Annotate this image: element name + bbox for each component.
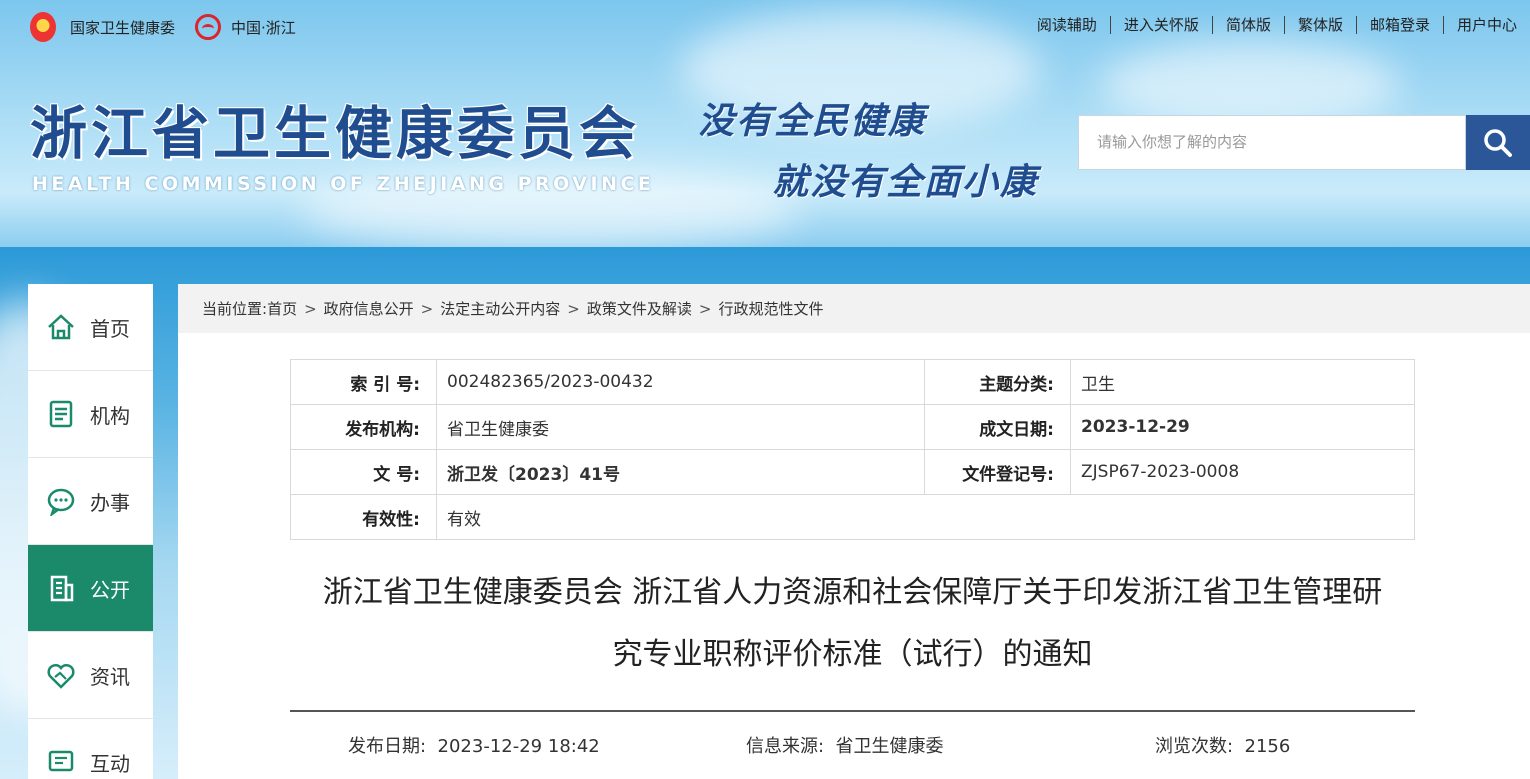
site-title[interactable]: 浙江省卫生健康委员会 [30, 88, 640, 170]
site-header: 国家卫生健康委 中国·浙江 阅读辅助 进入关怀版 简体版 繁体版 邮箱登录 用户… [0, 0, 1530, 247]
publisher-label: 发布机构: [290, 404, 437, 450]
breadcrumb-item[interactable]: 法定主动公开内容 [440, 298, 560, 319]
nav-item-label: 公开 [90, 577, 130, 602]
title-divider [290, 710, 1415, 712]
message-icon [46, 747, 76, 777]
publisher-value: 省卫生健康委 [436, 404, 925, 450]
breadcrumb-item[interactable]: 首页 [267, 298, 297, 319]
index-no-value: 002482365/2023-00432 [436, 359, 925, 405]
topbar-links: 阅读辅助 进入关怀版 简体版 繁体版 邮箱登录 用户中心 [1024, 16, 1530, 34]
nav-item-home[interactable]: 首页 [28, 284, 153, 371]
breadcrumb-separator: > [698, 299, 712, 318]
breadcrumb-item[interactable]: 政府信息公开 [324, 298, 414, 319]
doc-no-value: 浙卫发〔2023〕41号 [436, 449, 925, 495]
home-icon [46, 312, 76, 342]
validity-label: 有效性: [290, 494, 437, 540]
reading-aid-link[interactable]: 阅读辅助 [1024, 16, 1110, 34]
topic-label: 主题分类: [924, 359, 1071, 405]
source-label: 信息来源: [746, 736, 825, 757]
document-title-line2: 究专业职称评价标准（试行）的通知 [612, 637, 1093, 672]
nav-item-news[interactable]: 资讯 [28, 632, 153, 719]
region-link[interactable]: 中国·浙江 [231, 17, 296, 38]
doc-no-label: 文 号: [290, 449, 437, 495]
reg-no-value: ZJSP67-2023-0008 [1070, 449, 1415, 495]
nav-item-label: 首页 [90, 316, 130, 341]
validity-value: 有效 [436, 494, 1415, 540]
search-button[interactable] [1466, 115, 1530, 170]
nav-item-interact[interactable]: 互动 [28, 719, 153, 779]
pub-date: 发布日期: 2023-12-29 18:42 [348, 732, 600, 758]
pub-date-label: 发布日期: [348, 736, 427, 757]
source-value: 省卫生健康委 [835, 736, 944, 757]
breadcrumb: 当前位置: 首页 > 政府信息公开 > 法定主动公开内容 > 政策文件及解读 >… [178, 284, 1530, 333]
topbar-left: 国家卫生健康委 中国·浙江 [30, 12, 296, 42]
nav-item-org[interactable]: 机构 [28, 371, 153, 458]
agency-link[interactable]: 国家卫生健康委 [70, 17, 175, 38]
table-row: 发布机构: 省卫生健康委 成文日期: 2023-12-29 [290, 404, 1415, 450]
breadcrumb-separator: > [567, 299, 580, 318]
document-meta-table: 索 引 号: 002482365/2023-00432 主题分类: 卫生 发布机… [290, 359, 1415, 540]
document-icon [46, 399, 76, 429]
nav-item-label: 互动 [90, 751, 130, 776]
simplified-link[interactable]: 简体版 [1211, 16, 1284, 34]
national-emblem-icon [30, 12, 56, 42]
date-label: 成文日期: [924, 404, 1071, 450]
table-row: 索 引 号: 002482365/2023-00432 主题分类: 卫生 [290, 359, 1415, 405]
site-subtitle: HEALTH COMMISSION OF ZHEJIANG PROVINCE [32, 173, 655, 195]
nav-item-label: 办事 [90, 490, 130, 515]
search-box [1078, 115, 1530, 170]
chat-icon [46, 486, 76, 516]
breadcrumb-prefix: 当前位置: [202, 300, 268, 318]
mail-login-link[interactable]: 邮箱登录 [1355, 16, 1443, 34]
breadcrumb-item[interactable]: 政策文件及解读 [587, 298, 692, 319]
search-icon [1484, 128, 1512, 157]
user-center-link[interactable]: 用户中心 [1442, 16, 1530, 34]
breadcrumb-separator: > [304, 299, 317, 318]
handshake-icon [46, 660, 76, 690]
document-title: 浙江省卫生健康委员会 浙江省人力资源和社会保障厅关于印发浙江省卫生管理研 究专业… [290, 562, 1415, 686]
topic-value: 卫生 [1070, 359, 1415, 405]
table-row: 文 号: 浙卫发〔2023〕41号 文件登记号: ZJSP67-2023-000… [290, 449, 1415, 495]
breadcrumb-item[interactable]: 行政规范性文件 [718, 298, 823, 319]
info-source: 信息来源: 省卫生健康委 [746, 732, 944, 758]
nav-item-label: 资讯 [90, 664, 130, 689]
slogan-line2: 就没有全面小康 [772, 161, 1039, 203]
nav-item-public[interactable]: 公开 [28, 545, 153, 632]
views-label: 浏览次数: [1155, 736, 1234, 757]
view-count: 浏览次数: 2156 [1155, 732, 1290, 758]
nav-item-services[interactable]: 办事 [28, 458, 153, 545]
pub-date-value: 2023-12-29 18:42 [437, 736, 600, 757]
breadcrumb-separator: > [420, 299, 434, 318]
date-value: 2023-12-29 [1070, 404, 1415, 450]
main-content: 当前位置: 首页 > 政府信息公开 > 法定主动公开内容 > 政策文件及解读 >… [178, 284, 1530, 779]
traditional-link[interactable]: 繁体版 [1283, 16, 1356, 34]
side-nav: 首页 机构 办事 公开 资讯 互动 [28, 284, 153, 779]
reg-no-label: 文件登记号: [924, 449, 1071, 495]
china-logo-icon [195, 14, 222, 40]
building-icon [46, 573, 76, 603]
document-title-line1: 浙江省卫生健康委员会 浙江省人力资源和社会保障厅关于印发浙江省卫生管理研 [322, 575, 1383, 610]
care-mode-link[interactable]: 进入关怀版 [1109, 16, 1212, 34]
search-input[interactable] [1078, 115, 1466, 170]
table-row: 有效性: 有效 [290, 494, 1415, 540]
slogan-line1: 没有全民健康 [698, 100, 927, 142]
nav-item-label: 机构 [90, 403, 130, 428]
index-no-label: 索 引 号: [290, 359, 437, 405]
views-value: 2156 [1244, 736, 1291, 757]
